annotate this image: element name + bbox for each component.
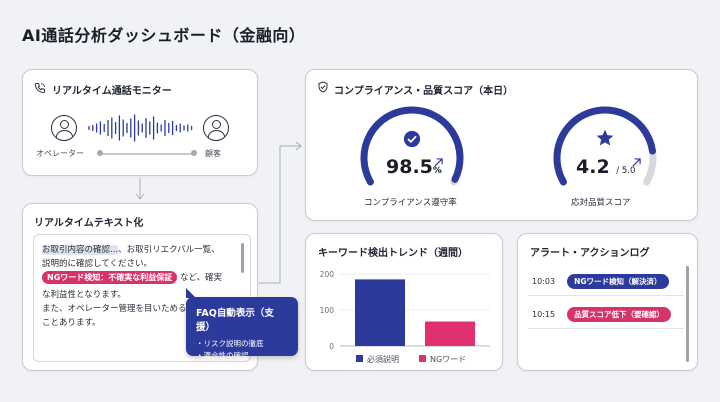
legend-label-ng: NGワード [430,355,467,364]
transcript-line-3: NGワード検知：不確実な利益保証 など、確実 [42,271,222,284]
compliance-gauge [360,106,464,186]
alert-time: 10:15 [532,310,556,319]
legend-swatch-ng [419,355,426,362]
alert-row[interactable]: 10:15 品質スコア低下（要確認） [532,307,672,322]
alert-scrollbar[interactable] [686,266,689,362]
transcript-title: リアルタイムテキスト化 [34,218,144,229]
up-right-arrow-icon [434,158,443,167]
transcript-line-6: ことあります。 [42,318,101,328]
monitor-title: リアルタイム通話モニター [52,86,172,97]
faq-item-2[interactable]: ・適合性の確認 [196,350,288,362]
quality-value: 4.2 / 5.0 [576,156,636,178]
customer-avatar-icon [203,115,229,141]
up-right-arrow-icon [632,158,641,167]
operator-label: オペレーター [36,149,84,158]
transcript-line-2: 説明的に確認してください。 [42,259,152,269]
alert-log-card: アラート・アクションログ 10:03 NGワード検知（解決済） 10:15 品質… [517,233,698,371]
alert-row[interactable]: 10:03 NGワード検知（解決済） [532,274,669,289]
alert-divider [528,328,684,329]
quality-gauge [553,106,657,186]
keyword-trend-card: キーワード検出トレンド（週間） 200 100 0 必須説明 NGワード [305,233,503,371]
legend-swatch-required [356,355,363,362]
customer-label: 顧客 [205,149,221,158]
transcript-line-1: お取引内容の確認...、お取引リエクバル一覧、 [42,245,220,255]
bar-ng-word[interactable] [425,321,475,346]
operator-avatar-icon [51,115,77,141]
speaker-timeline [99,153,195,155]
faq-title: FAQ自動表示（支援） [196,308,274,333]
alert-badge-resolved: NGワード検知（解決済） [567,274,669,289]
alert-divider [528,295,684,296]
bar-required-explanation[interactable] [355,279,405,346]
check-badge-icon [403,130,421,148]
star-icon [596,129,614,146]
keyword-trend-chart: 200 100 0 [320,270,490,351]
faq-item-1[interactable]: ・リスク説明の徹底 [196,338,288,350]
y-tick-label: 100 [320,306,335,315]
call-monitor-card: リアルタイム通話モニター オペレーター 顧客 [22,69,258,176]
scores-title: コンプライアンス・品質スコア（本日） [334,86,514,97]
transcript-scrollbar[interactable] [241,243,244,273]
phone-icon [35,83,45,93]
transcript-line-5: また、オペレーター管理を目いためる [42,304,187,314]
alert-time: 10:03 [532,277,556,286]
quality-caption: 応対品質スコア [571,198,631,208]
audio-waveform [88,114,193,142]
alerts-title: アラート・アクションログ [530,248,650,259]
transcript-line-4: な利益性となります。 [42,290,126,300]
scores-card: コンプライアンス・品質スコア（本日） 98.5% コンプライアンス遵守率 4.2… [305,69,698,221]
shield-check-icon [318,81,328,93]
alert-badge-attention: 品質スコア低下（要確認） [567,307,672,322]
timeline-dot-left [97,150,103,156]
timeline-dot-right [191,150,197,156]
ng-word-badge: NGワード検知：不確実な利益保証 [42,271,178,284]
y-tick-label: 0 [329,342,334,351]
faq-popup[interactable]: FAQ自動表示（支援） ・リスク説明の徹底 ・適合性の確認 [186,288,298,360]
compliance-caption: コンプライアンス遵守率 [364,198,457,208]
y-tick-label: 200 [320,270,335,279]
legend-label-required: 必須説明 [367,355,399,364]
